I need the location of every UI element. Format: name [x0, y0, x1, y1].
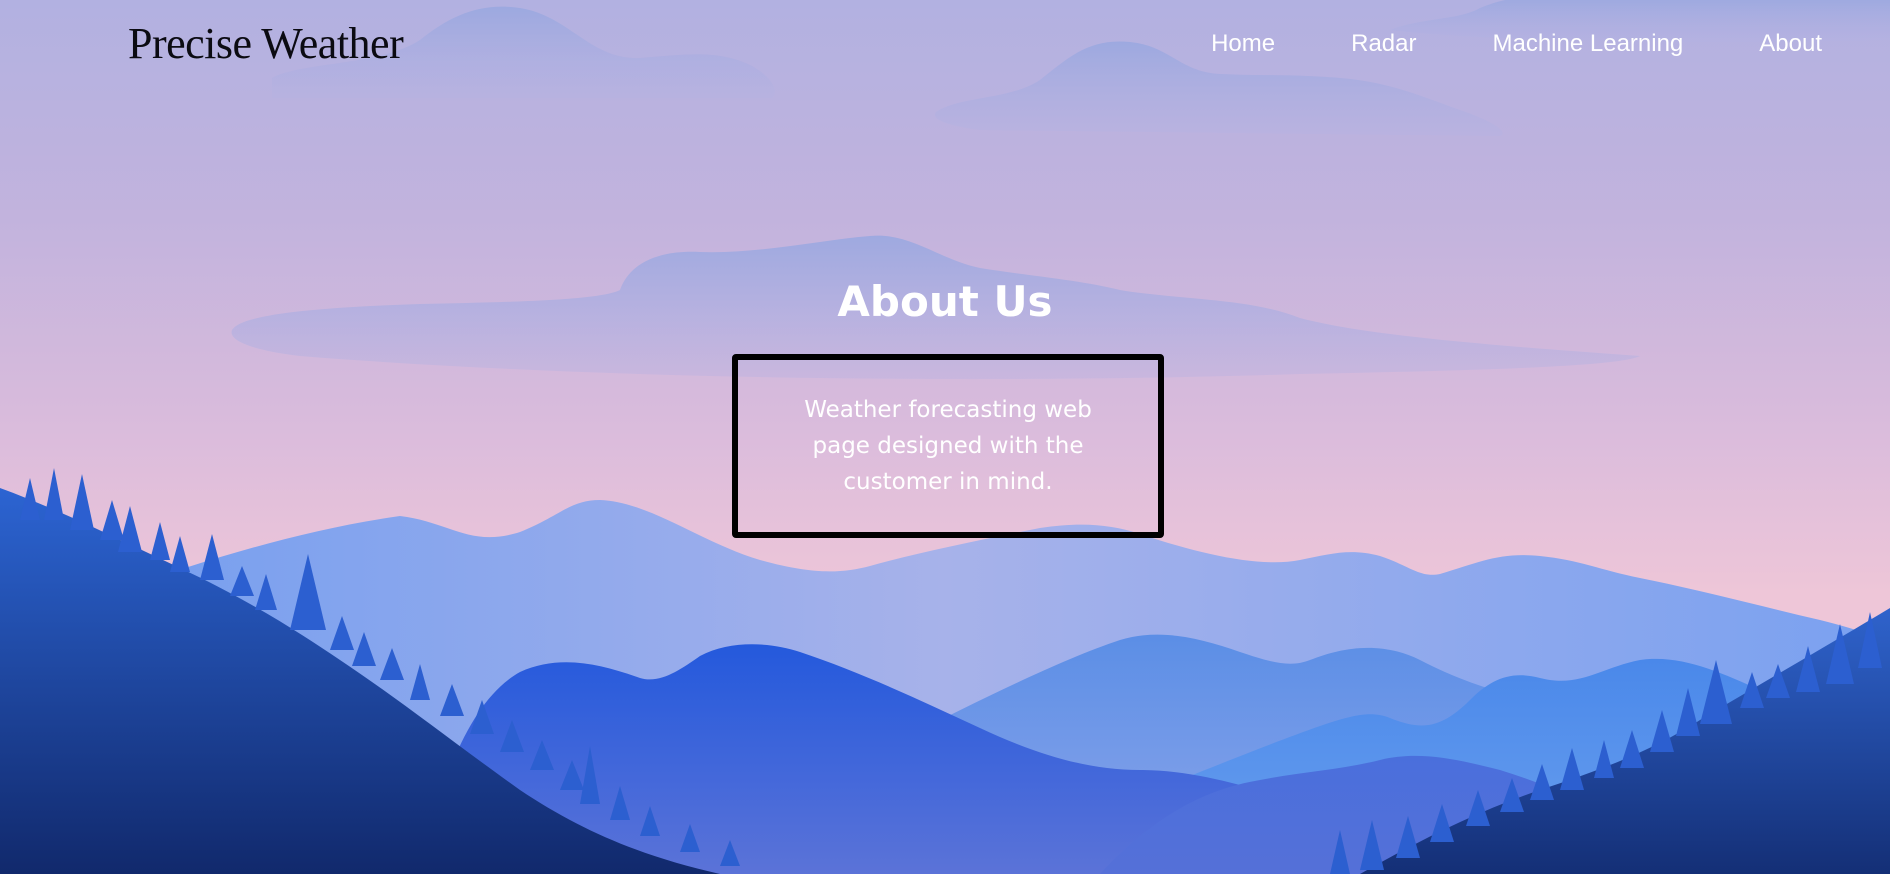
nav-about-link[interactable]: About: [1759, 26, 1822, 62]
nav-radar-link[interactable]: Radar: [1351, 26, 1416, 62]
brand-logo[interactable]: Precise Weather: [128, 14, 404, 74]
nav-machine-learning-link[interactable]: Machine Learning: [1492, 26, 1683, 62]
nav-home-link[interactable]: Home: [1211, 26, 1275, 62]
about-description-box: Weather forecasting web page designed wi…: [732, 354, 1164, 538]
page-background: Precise Weather Home Radar Machine Learn…: [0, 0, 1890, 874]
about-description-text: Weather forecasting web page designed wi…: [804, 397, 1092, 495]
main-navigation: Home Radar Machine Learning About: [1211, 26, 1822, 62]
page-title: About Us: [837, 277, 1053, 326]
